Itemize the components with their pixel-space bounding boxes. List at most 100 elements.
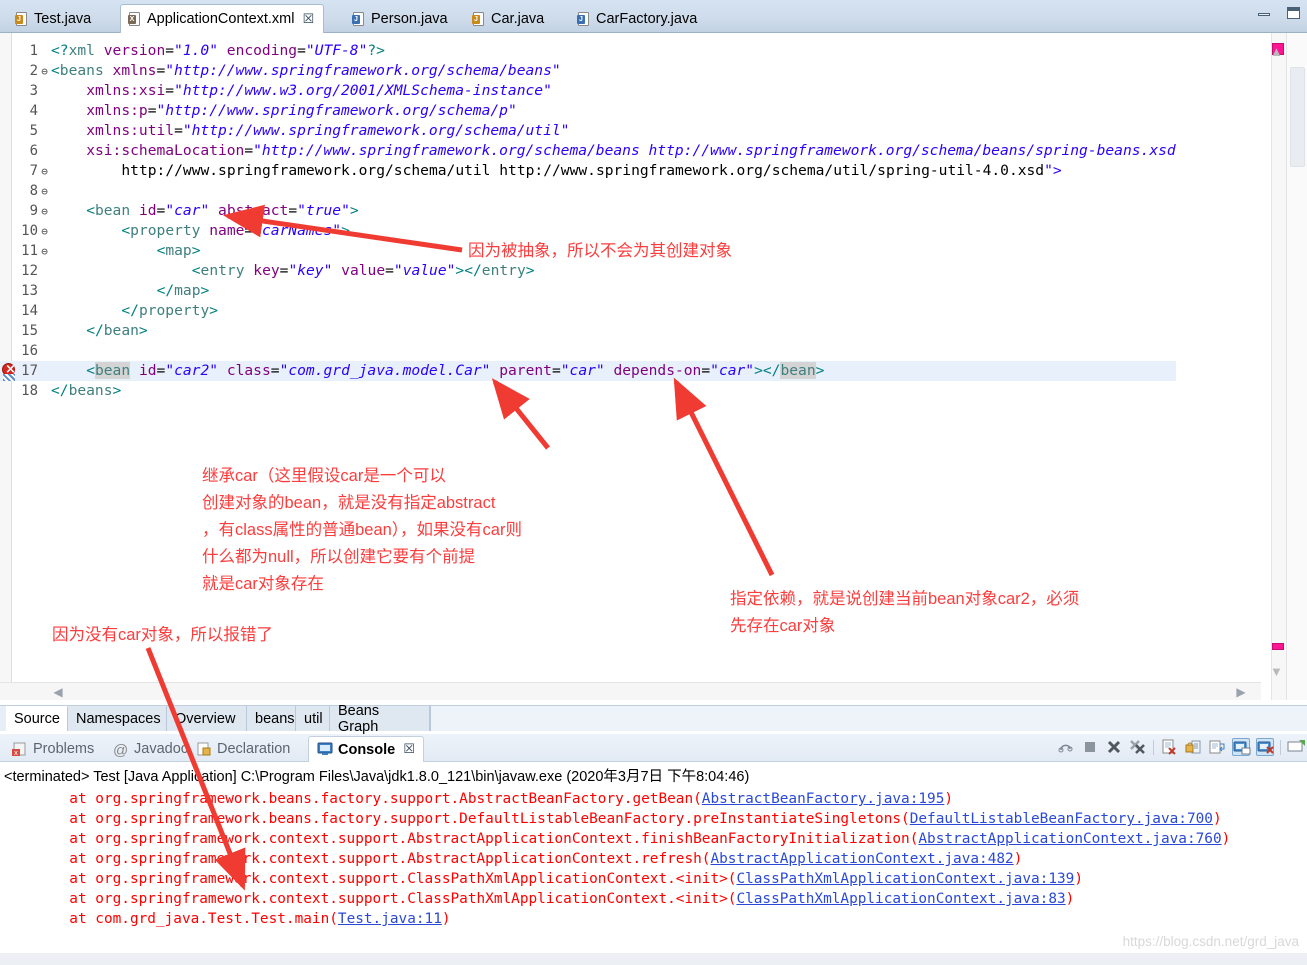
- view-tab-bar: x Problems @ Javadoc Declaration Console…: [0, 734, 1307, 762]
- annotation-parent: 继承car（这里假设car是一个可以 创建对象的bean，就是没有指定abstr…: [202, 467, 522, 593]
- annotation-depends-on: 指定依赖，就是说创建当前bean对象car2，必须 先存在car对象: [730, 590, 1080, 635]
- tab-label: Namespaces: [76, 710, 161, 727]
- java-file-icon: J: [577, 11, 591, 27]
- console-trace-line[interactable]: at org.springframework.context.support.C…: [0, 889, 1230, 909]
- editor-tab-test-java[interactable]: J Test.java: [8, 5, 100, 33]
- source-tab-beans[interactable]: beans: [247, 706, 296, 731]
- remove-all-terminated-icon[interactable]: [1129, 738, 1147, 756]
- editor-tab-carfactory-java[interactable]: J CarFactory.java: [570, 5, 706, 33]
- trace-text: ): [1074, 871, 1084, 887]
- xml-editor[interactable]: 1 <?xml version="1.0" encoding="UTF-8"?> 2…: [0, 33, 1307, 700]
- console-trace-line[interactable]: at org.springframework.context.support.C…: [0, 869, 1230, 889]
- code-line[interactable]: 14 </property>: [0, 301, 1176, 321]
- annotation-error-reason: 因为没有car对象，所以报错了: [52, 626, 273, 644]
- trace-text: at org.springframework.context.support.A…: [0, 851, 711, 867]
- trace-link[interactable]: AbstractApplicationContext.java:760: [918, 831, 1221, 847]
- trace-text: ): [441, 911, 451, 927]
- code-line[interactable]: 7 ⊖ http://www.springframework.org/schema…: [0, 161, 1176, 181]
- console-trace-line[interactable]: at org.springframework.context.support.A…: [0, 829, 1230, 849]
- source-tab-beans-graph[interactable]: Beans Graph: [330, 703, 430, 735]
- console-terminated-line: <terminated> Test [Java Application] C:\…: [4, 769, 750, 785]
- scroll-left-icon[interactable]: ◀: [50, 684, 66, 700]
- code-line[interactable]: 3 xmlns:xsi="http://www.w3.org/2001/XMLS…: [0, 81, 1176, 101]
- open-console-icon[interactable]: [1256, 738, 1274, 756]
- pin-console-icon[interactable]: [1287, 738, 1305, 756]
- status-strip: [0, 953, 1307, 965]
- scrollbar-thumb[interactable]: [1290, 67, 1305, 167]
- console-trace-line[interactable]: at org.springframework.beans.factory.sup…: [0, 809, 1230, 829]
- close-icon[interactable]: ☒: [403, 742, 415, 757]
- editor-vertical-scrollbar[interactable]: [1287, 33, 1307, 700]
- code-line[interactable]: 8 ⊖: [0, 181, 1176, 201]
- view-tab-problems[interactable]: x Problems: [12, 737, 94, 761]
- editor-tab-person-java[interactable]: J Person.java: [345, 5, 457, 33]
- trace-link[interactable]: Test.java:11: [338, 911, 442, 927]
- trace-link[interactable]: ClassPathXmlApplicationContext.java:83: [736, 891, 1065, 907]
- minimize-icon[interactable]: [1254, 5, 1274, 21]
- terminate-all-icon[interactable]: [1057, 738, 1075, 756]
- code-line[interactable]: 18 </beans>: [0, 381, 1176, 401]
- console-icon: [317, 742, 333, 757]
- code-line[interactable]: 13 </map>: [0, 281, 1176, 301]
- editor-tab-applicationcontext-xml[interactable]: X ApplicationContext.xml ☒: [120, 4, 325, 33]
- error-marker-bottom[interactable]: [1272, 643, 1284, 650]
- trace-text: ): [1065, 891, 1075, 907]
- trace-text: at org.springframework.context.support.A…: [0, 831, 919, 847]
- code-line[interactable]: 9 ⊖ <bean id="car" abstract="true">: [0, 201, 1176, 221]
- code-line[interactable]: 5 xmlns:util="http://www.springframework…: [0, 121, 1176, 141]
- close-icon[interactable]: ☒: [303, 12, 315, 27]
- source-tab-util[interactable]: util: [296, 706, 330, 731]
- tab-label: Source: [14, 711, 60, 727]
- javadoc-icon: @: [113, 741, 129, 759]
- console-trace-line[interactable]: at com.grd_java.Test.Test.main(Test.java…: [0, 909, 1230, 929]
- console-stack-trace[interactable]: at org.springframework.beans.factory.sup…: [0, 789, 1230, 929]
- source-tab-source[interactable]: Source: [6, 706, 68, 731]
- trace-link[interactable]: AbstractApplicationContext.java:482: [710, 851, 1013, 867]
- trace-text: ): [1212, 811, 1222, 827]
- code-line[interactable]: 16: [0, 341, 1176, 361]
- source-tab-overview[interactable]: Overview: [167, 706, 247, 731]
- view-tab-javadoc[interactable]: @ Javadoc: [113, 737, 188, 761]
- problems-icon: x: [12, 742, 28, 757]
- clear-console-icon[interactable]: [1160, 738, 1178, 756]
- word-wrap-icon[interactable]: [1208, 738, 1226, 756]
- view-tab-console[interactable]: Console ☒: [308, 736, 424, 762]
- editor-tab-label: CarFactory.java: [596, 11, 698, 27]
- error-marker-icon[interactable]: [1, 360, 17, 381]
- tab-label: util: [304, 710, 323, 727]
- remove-launch-icon[interactable]: [1105, 738, 1123, 756]
- scroll-down-icon[interactable]: ▼: [1270, 664, 1283, 679]
- console-output[interactable]: <terminated> Test [Java Application] C:\…: [0, 762, 1307, 965]
- console-trace-line[interactable]: at org.springframework.context.support.A…: [0, 849, 1230, 869]
- overview-ruler[interactable]: [1271, 33, 1287, 700]
- trace-text: at org.springframework.context.support.C…: [0, 891, 737, 907]
- code-line[interactable]: 1 <?xml version="1.0" encoding="UTF-8"?>: [0, 41, 1176, 61]
- source-tab-namespaces[interactable]: Namespaces: [68, 706, 167, 731]
- watermark: https://blog.csdn.net/grd_java: [1122, 934, 1299, 949]
- code-line[interactable]: 6 xsi:schemaLocation="http://www.springf…: [0, 141, 1176, 161]
- scroll-lock-icon[interactable]: [1184, 738, 1202, 756]
- trace-link[interactable]: ClassPathXmlApplicationContext.java:139: [736, 871, 1074, 887]
- code-line[interactable]: 15 </bean>: [0, 321, 1176, 341]
- java-file-icon: J: [352, 11, 366, 27]
- view-tab-label: Console: [338, 741, 396, 758]
- view-tab-declaration[interactable]: Declaration: [196, 737, 290, 761]
- trace-link[interactable]: DefaultListableBeanFactory.java:700: [910, 811, 1213, 827]
- svg-text:x: x: [14, 749, 18, 757]
- maximize-icon[interactable]: [1283, 5, 1303, 21]
- terminate-icon[interactable]: [1081, 738, 1099, 756]
- console-trace-line[interactable]: at org.springframework.beans.factory.sup…: [0, 789, 1230, 809]
- code-line[interactable]: 17 <bean id="car2" class="com.grd_java.m…: [0, 360, 1176, 381]
- editor-tab-car-java[interactable]: J Car.java: [465, 5, 553, 33]
- scroll-up-icon[interactable]: ▲: [1270, 44, 1283, 59]
- trace-link[interactable]: AbstractBeanFactory.java:195: [702, 791, 945, 807]
- scroll-right-icon[interactable]: ▶: [1233, 684, 1249, 700]
- code-line[interactable]: 2 ⊖ <beans xmlns="http://www.springframewo…: [0, 61, 1176, 81]
- editor-horizontal-scrollbar[interactable]: ◀ ▶: [0, 682, 1261, 700]
- editor-tab-label: Test.java: [34, 11, 92, 27]
- display-selected-console-icon[interactable]: [1232, 738, 1251, 756]
- tab-label: Beans Graph: [338, 702, 380, 735]
- code-content[interactable]: 1 <?xml version="1.0" encoding="UTF-8"?> 2…: [0, 41, 1176, 401]
- tab-label: Overview: [175, 710, 236, 727]
- code-line[interactable]: 4 xmlns:p="http://www.springframework.or…: [0, 101, 1176, 121]
